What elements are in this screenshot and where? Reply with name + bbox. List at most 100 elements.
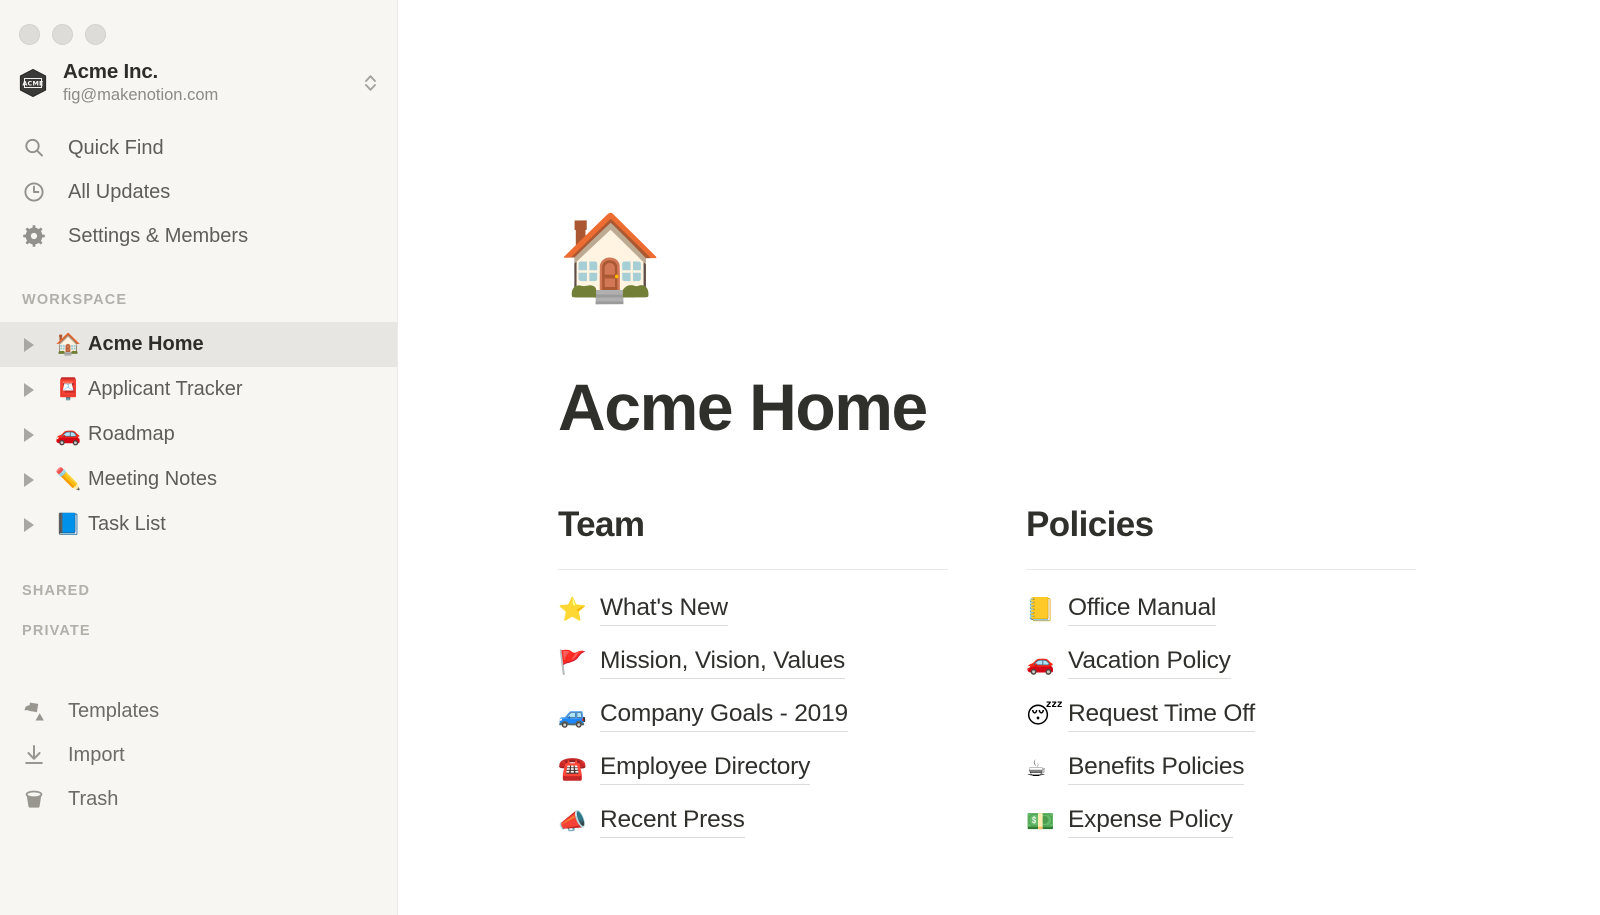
page-emoji-icon: 📮 [55, 377, 82, 401]
sidebar-top-nav: Quick Find All Updates Settings & Member… [0, 126, 397, 258]
workspace-page-list: 🏠 Acme Home 📮 Applicant Tracker 🚗 Roadma… [0, 322, 397, 547]
disclosure-triangle-icon[interactable] [24, 472, 46, 487]
link-list-policies: 📒 Office Manual 🚗 Vacation Policy 😴 Requ… [1026, 584, 1416, 849]
page-link-label: Benefits Policies [1068, 753, 1245, 786]
page-emoji-icon: 🚗 [55, 422, 82, 446]
column-divider [1026, 568, 1416, 570]
svg-text:ACME: ACME [22, 79, 43, 87]
import-download-icon [22, 743, 52, 767]
page-link-label: Expense Policy [1068, 806, 1233, 839]
disclosure-triangle-icon[interactable] [24, 382, 46, 397]
page-link[interactable]: 😴 Request Time Off [1026, 690, 1416, 743]
page-link-label: Employee Directory [600, 753, 810, 786]
page-link[interactable]: 🚙 Company Goals - 2019 [558, 690, 948, 743]
link-emoji-icon: 🚗 [1026, 649, 1055, 676]
sidebar-item-all-updates[interactable]: All Updates [0, 170, 397, 214]
page-link-label: Request Time Off [1068, 700, 1255, 733]
page-link[interactable]: 📣 Recent Press [558, 796, 948, 849]
sidebar-page-meeting-notes[interactable]: ✏️ Meeting Notes [0, 457, 397, 502]
sidebar-page-label: Roadmap [88, 423, 175, 445]
disclosure-triangle-icon[interactable] [24, 337, 46, 352]
page-link-label: Office Manual [1068, 594, 1216, 627]
content-columns: Team ⭐ What's New 🚩 Mission, Vision, Val… [558, 506, 1600, 849]
sidebar-page-label: Meeting Notes [88, 468, 217, 490]
disclosure-triangle-icon[interactable] [24, 517, 46, 532]
app-window: ACME Acme Inc. fig@makenotion.com Quick … [0, 0, 1600, 915]
link-emoji-icon: 🚙 [558, 702, 587, 729]
main-content: 🏠 Acme Home Team ⭐ What's New 🚩 Mission,… [398, 0, 1600, 915]
page-document: 🏠 Acme Home Team ⭐ What's New 🚩 Mission,… [398, 0, 1600, 849]
sidebar-page-label: Acme Home [88, 333, 204, 355]
sidebar-page-acme-home[interactable]: 🏠 Acme Home [0, 322, 397, 367]
section-header-workspace: WORKSPACE [22, 292, 128, 308]
column-heading: Policies [1026, 505, 1154, 545]
gear-icon [22, 224, 52, 248]
sidebar-page-task-list[interactable]: 📘 Task List [0, 502, 397, 547]
acme-logo-icon: ACME [18, 68, 48, 98]
link-list-team: ⭐ What's New 🚩 Mission, Vision, Values 🚙… [558, 584, 948, 849]
page-link[interactable]: 🚗 Vacation Policy [1026, 637, 1416, 690]
minimize-window-button[interactable] [52, 23, 73, 45]
clock-icon [22, 180, 52, 204]
page-link-label: What's New [600, 594, 728, 627]
link-emoji-icon: ☕ [1026, 755, 1047, 782]
link-emoji-icon: 🚩 [558, 649, 587, 676]
page-link[interactable]: ⭐ What's New [558, 584, 948, 637]
sidebar-item-label: Settings & Members [68, 224, 249, 247]
page-title[interactable]: Acme Home [558, 372, 1600, 442]
zoom-window-button[interactable] [85, 23, 106, 45]
sidebar-item-label: Trash [68, 787, 119, 810]
close-window-button[interactable] [19, 23, 40, 45]
page-emoji-icon: ✏️ [55, 467, 82, 491]
sidebar-item-import[interactable]: Import [0, 733, 397, 777]
window-traffic-lights [0, 0, 397, 48]
page-link[interactable]: 💵 Expense Policy [1026, 796, 1416, 849]
chevron-up-down-icon[interactable] [357, 68, 383, 98]
page-link[interactable]: 🚩 Mission, Vision, Values [558, 637, 948, 690]
page-link-label: Company Goals - 2019 [600, 700, 848, 733]
templates-icon [22, 699, 52, 723]
trash-icon [22, 787, 52, 811]
sidebar-item-trash[interactable]: Trash [0, 777, 397, 821]
link-emoji-icon: 😴 [1026, 702, 1063, 729]
section-header-private: PRIVATE [22, 623, 91, 639]
disclosure-triangle-icon[interactable] [24, 427, 46, 442]
workspace-identity: Acme Inc. fig@makenotion.com [63, 60, 357, 106]
column-policies: Policies 📒 Office Manual 🚗 Vacation Poli… [1026, 506, 1416, 849]
page-icon-emoji[interactable]: 🏠 [558, 215, 1600, 325]
sidebar-page-roadmap[interactable]: 🚗 Roadmap [0, 412, 397, 457]
link-emoji-icon: ☎️ [558, 755, 587, 782]
column-heading: Team [558, 505, 645, 545]
sidebar: ACME Acme Inc. fig@makenotion.com Quick … [0, 0, 398, 915]
page-link[interactable]: ☕ Benefits Policies [1026, 743, 1416, 796]
section-header-shared: SHARED [22, 583, 91, 599]
workspace-name: Acme Inc. [63, 60, 159, 84]
page-link-label: Vacation Policy [1068, 647, 1231, 680]
link-emoji-icon: ⭐ [558, 596, 587, 623]
sidebar-item-label: Quick Find [68, 136, 164, 159]
sidebar-item-label: Templates [68, 699, 160, 722]
sidebar-bottom-nav: Templates Import Trash [0, 689, 397, 821]
page-emoji-icon: 📘 [55, 512, 82, 536]
sidebar-page-label: Task List [88, 513, 166, 535]
column-divider [558, 568, 948, 570]
column-team: Team ⭐ What's New 🚩 Mission, Vision, Val… [558, 506, 948, 849]
link-emoji-icon: 📒 [1026, 596, 1055, 623]
sidebar-page-label: Applicant Tracker [88, 378, 243, 400]
sidebar-item-settings-members[interactable]: Settings & Members [0, 214, 397, 258]
link-emoji-icon: 📣 [558, 808, 587, 835]
page-link-label: Recent Press [600, 806, 745, 839]
workspace-switcher[interactable]: ACME Acme Inc. fig@makenotion.com [0, 48, 397, 114]
search-icon [22, 136, 52, 160]
workspace-email: fig@makenotion.com [63, 86, 219, 105]
sidebar-item-quick-find[interactable]: Quick Find [0, 126, 397, 170]
page-link[interactable]: ☎️ Employee Directory [558, 743, 948, 796]
sidebar-page-applicant-tracker[interactable]: 📮 Applicant Tracker [0, 367, 397, 412]
link-emoji-icon: 💵 [1026, 808, 1055, 835]
page-link-label: Mission, Vision, Values [600, 647, 845, 680]
sidebar-item-label: Import [68, 743, 125, 766]
sidebar-item-templates[interactable]: Templates [0, 689, 397, 733]
page-emoji-icon: 🏠 [55, 332, 82, 356]
page-link[interactable]: 📒 Office Manual [1026, 584, 1416, 637]
sidebar-item-label: All Updates [68, 180, 171, 203]
